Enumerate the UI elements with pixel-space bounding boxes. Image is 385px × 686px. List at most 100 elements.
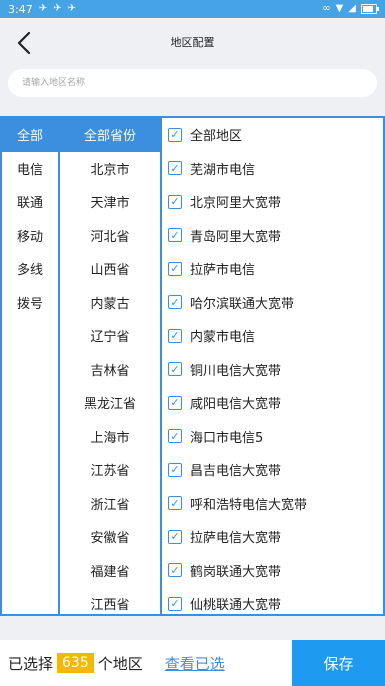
province-label: 河北省	[90, 229, 130, 245]
checkbox-checked-icon[interactable]: ✓	[168, 429, 182, 444]
isp-type-label: 多线	[16, 263, 43, 279]
isp-type-list: 全部电信联通移动多线拨号	[0, 116, 60, 616]
province-item[interactable]: 吉林省	[60, 353, 160, 387]
area-item[interactable]: ✓ 咸阳电信大宽带	[162, 386, 383, 420]
selected-count-badge: 635	[57, 653, 94, 673]
area-label: 青岛阿里大宽带	[190, 229, 282, 245]
province-label: 山西省	[90, 263, 130, 279]
area-item[interactable]: ✓ 拉萨电信大宽带	[162, 520, 383, 554]
search-input[interactable]	[20, 77, 377, 89]
checkbox-checked-icon[interactable]: ✓	[168, 295, 182, 310]
province-item[interactable]: 江苏省	[60, 453, 160, 487]
area-label: 昌吉电信大宽带	[190, 464, 282, 480]
area-label: 仙桃联通大宽带	[190, 598, 282, 614]
province-item[interactable]: 黑龙江省	[60, 386, 160, 420]
area-label: 全部地区	[190, 129, 243, 145]
checkbox-checked-icon[interactable]: ✓	[168, 161, 182, 176]
save-button[interactable]: 保存	[292, 640, 385, 686]
area-label: 内蒙市电信	[190, 330, 256, 346]
area-item[interactable]: ✓ 拉萨市电信	[162, 252, 383, 286]
province-label: 内蒙古	[90, 296, 130, 312]
area-item[interactable]: ✓ 北京阿里大宽带	[162, 185, 383, 219]
province-item[interactable]: 河北省	[60, 219, 160, 253]
province-label: 江西省	[90, 598, 130, 614]
area-label: 芜湖市电信	[190, 162, 256, 178]
checkbox-checked-icon[interactable]: ✓	[168, 362, 182, 377]
notification-icon: ✈	[53, 3, 62, 14]
bottom-bar: 已选择 635 个地区 查看已选 保存	[0, 640, 385, 686]
province-item[interactable]: 上海市	[60, 420, 160, 454]
checkbox-checked-icon[interactable]: ✓	[168, 194, 182, 209]
isp-type-item[interactable]: 移动	[2, 219, 58, 253]
status-bar: 3:47 ✈ ✈ ✈ ∞ ▼ ◢	[0, 0, 385, 18]
province-label: 全部省份	[83, 129, 136, 145]
area-list: ✓ 全部地区 ✓ 芜湖市电信 ✓ 北京阿里大宽带 ✓ 青岛阿里大宽带 ✓ 拉萨市电信 ✓ 哈尔滨联通大…	[162, 116, 385, 616]
isp-type-item[interactable]: 联通	[2, 185, 58, 219]
notification-icon: ✈	[38, 3, 48, 14]
province-item[interactable]: 安徽省	[60, 520, 160, 554]
checkbox-checked-icon[interactable]: ✓	[168, 529, 182, 544]
battery-icon	[361, 4, 379, 14]
status-time: 3:47	[8, 2, 33, 16]
province-item[interactable]: 全部省份	[60, 118, 160, 152]
area-item[interactable]: ✓ 内蒙市电信	[162, 319, 383, 353]
province-list: 全部省份北京市天津市河北省山西省内蒙古辽宁省吉林省黑龙江省上海市江苏省浙江省安徽…	[60, 116, 162, 616]
area-label: 铜川电信大宽带	[190, 363, 282, 379]
province-item[interactable]: 内蒙古	[60, 286, 160, 320]
province-item[interactable]: 江西省	[60, 587, 160, 621]
checkbox-checked-icon[interactable]: ✓	[168, 496, 182, 511]
province-label: 黑龙江省	[83, 397, 136, 413]
page-title: 地区配置	[170, 36, 215, 49]
isp-type-label: 全部	[16, 129, 43, 145]
area-label: 咸阳电信大宽带	[190, 397, 282, 413]
link-icon: ∞	[322, 3, 331, 14]
header: 地区配置	[0, 18, 385, 68]
view-selected-link[interactable]: 查看已选	[165, 653, 225, 674]
area-item[interactable]: ✓ 芜湖市电信	[162, 152, 383, 186]
wifi-icon: ▼	[335, 3, 344, 14]
area-item[interactable]: ✓ 全部地区	[162, 118, 383, 152]
area-item[interactable]: ✓ 呼和浩特电信大宽带	[162, 487, 383, 521]
area-item[interactable]: ✓ 鹤岗联通大宽带	[162, 554, 383, 588]
province-label: 江苏省	[90, 464, 130, 480]
province-item[interactable]: 天津市	[60, 185, 160, 219]
isp-type-item[interactable]: 拨号	[2, 286, 58, 320]
province-label: 辽宁省	[90, 330, 130, 346]
isp-type-label: 拨号	[16, 296, 43, 312]
area-label: 哈尔滨联通大宽带	[190, 296, 295, 312]
province-item[interactable]: 辽宁省	[60, 319, 160, 353]
province-item[interactable]: 福建省	[60, 554, 160, 588]
checkbox-checked-icon[interactable]: ✓	[168, 563, 182, 578]
notification-icon: ✈	[67, 3, 76, 14]
province-item[interactable]: 山西省	[60, 252, 160, 286]
checkbox-checked-icon[interactable]: ✓	[168, 328, 182, 343]
area-item[interactable]: ✓ 青岛阿里大宽带	[162, 219, 383, 253]
signal-icon: ◢	[348, 3, 356, 14]
province-label: 福建省	[90, 564, 130, 580]
area-item[interactable]: ✓ 哈尔滨联通大宽带	[162, 286, 383, 320]
isp-type-label: 联通	[16, 196, 43, 212]
search-bar[interactable]	[8, 69, 377, 97]
checkbox-checked-icon[interactable]: ✓	[168, 596, 182, 611]
checkbox-checked-icon[interactable]: ✓	[168, 127, 182, 142]
area-item[interactable]: ✓ 铜川电信大宽带	[162, 353, 383, 387]
checkbox-checked-icon[interactable]: ✓	[168, 261, 182, 276]
province-item[interactable]: 北京市	[60, 152, 160, 186]
province-label: 天津市	[90, 196, 130, 212]
province-label: 吉林省	[90, 363, 130, 379]
province-item[interactable]: 浙江省	[60, 487, 160, 521]
isp-type-item[interactable]: 电信	[2, 152, 58, 186]
isp-type-item[interactable]: 全部	[2, 118, 58, 152]
area-item[interactable]: ✓ 昌吉电信大宽带	[162, 453, 383, 487]
province-label: 安徽省	[90, 531, 130, 547]
area-label: 拉萨市电信	[190, 263, 256, 279]
area-label: 海口市电信5	[190, 430, 264, 446]
area-item[interactable]: ✓ 海口市电信5	[162, 420, 383, 454]
checkbox-checked-icon[interactable]: ✓	[168, 395, 182, 410]
isp-type-item[interactable]: 多线	[2, 252, 58, 286]
checkbox-checked-icon[interactable]: ✓	[168, 228, 182, 243]
checkbox-checked-icon[interactable]: ✓	[168, 462, 182, 477]
area-item[interactable]: ✓ 仙桃联通大宽带	[162, 587, 383, 621]
isp-type-label: 电信	[16, 162, 43, 178]
area-label: 北京阿里大宽带	[190, 196, 282, 212]
